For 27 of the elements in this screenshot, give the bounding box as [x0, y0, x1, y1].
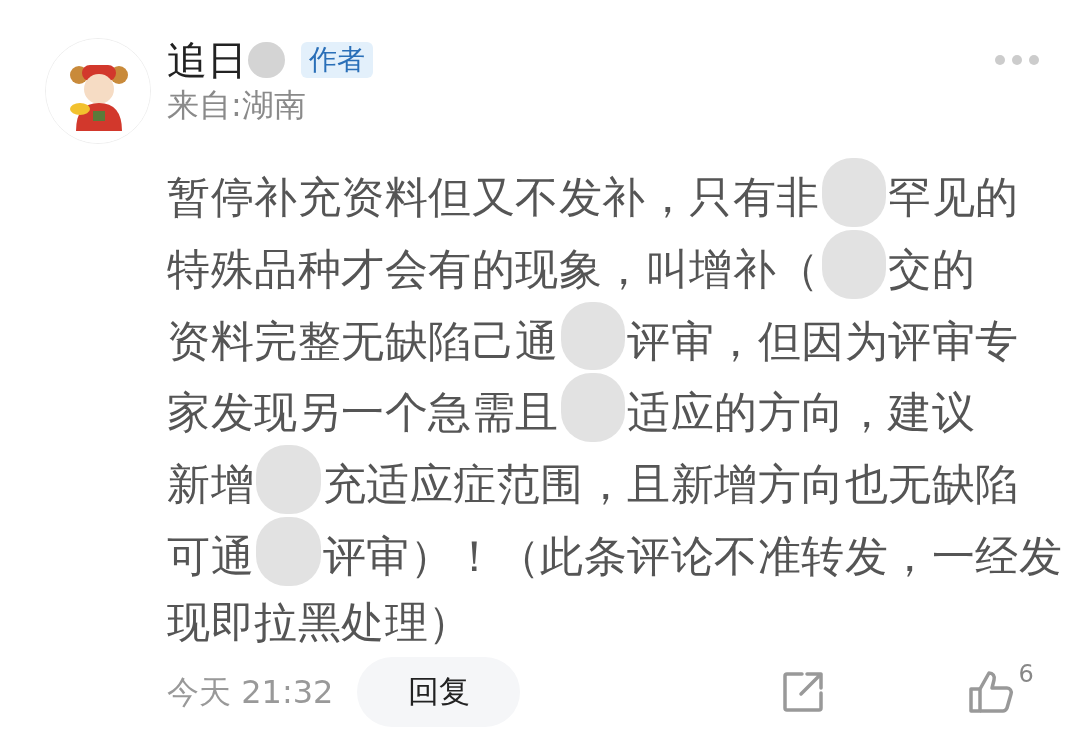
comment-text: 充适应症范围，且新增方向也无缺陷: [322, 458, 1019, 509]
thumbs-up-icon[interactable]: [968, 669, 1015, 714]
comment-text: 现即拉黑处理）: [167, 596, 472, 647]
share-icon[interactable]: [782, 670, 825, 713]
comment-text: 特殊品种才会有的现象，叫增补（: [167, 243, 820, 294]
comment-text: 交的: [888, 243, 976, 294]
comment-text: 资料完整无缺陷己通: [167, 315, 559, 366]
reply-button[interactable]: 回复: [357, 656, 521, 727]
comment-text: 家发现另一个急需且: [167, 387, 559, 437]
like-count: 6: [1018, 661, 1034, 686]
username: 追日: [167, 38, 247, 82]
blur-patch: [560, 373, 626, 443]
timestamp: 今天 21:32: [167, 671, 334, 713]
comment-text: 新增: [167, 458, 254, 509]
blur-patch: [821, 229, 887, 299]
more-icon[interactable]: [994, 54, 1040, 66]
comment-text: 可通: [167, 530, 254, 581]
blur-patch: [821, 158, 887, 227]
comment-text: 罕见的: [888, 171, 1019, 222]
blur-patch: [256, 445, 321, 514]
blur-patch: [256, 516, 321, 586]
comment-text: 评审，但因为评审专: [627, 315, 1019, 366]
comment-text: 暂停补充资料但又不发补，只有非: [167, 171, 820, 222]
comment-text: 评审）！（此条评论不准转发，一经发: [322, 530, 1063, 581]
comment-text: 适应的方向，建议: [627, 387, 976, 437]
location-text: 来自:湖南: [167, 86, 307, 125]
author-tag: 作者: [301, 42, 374, 78]
